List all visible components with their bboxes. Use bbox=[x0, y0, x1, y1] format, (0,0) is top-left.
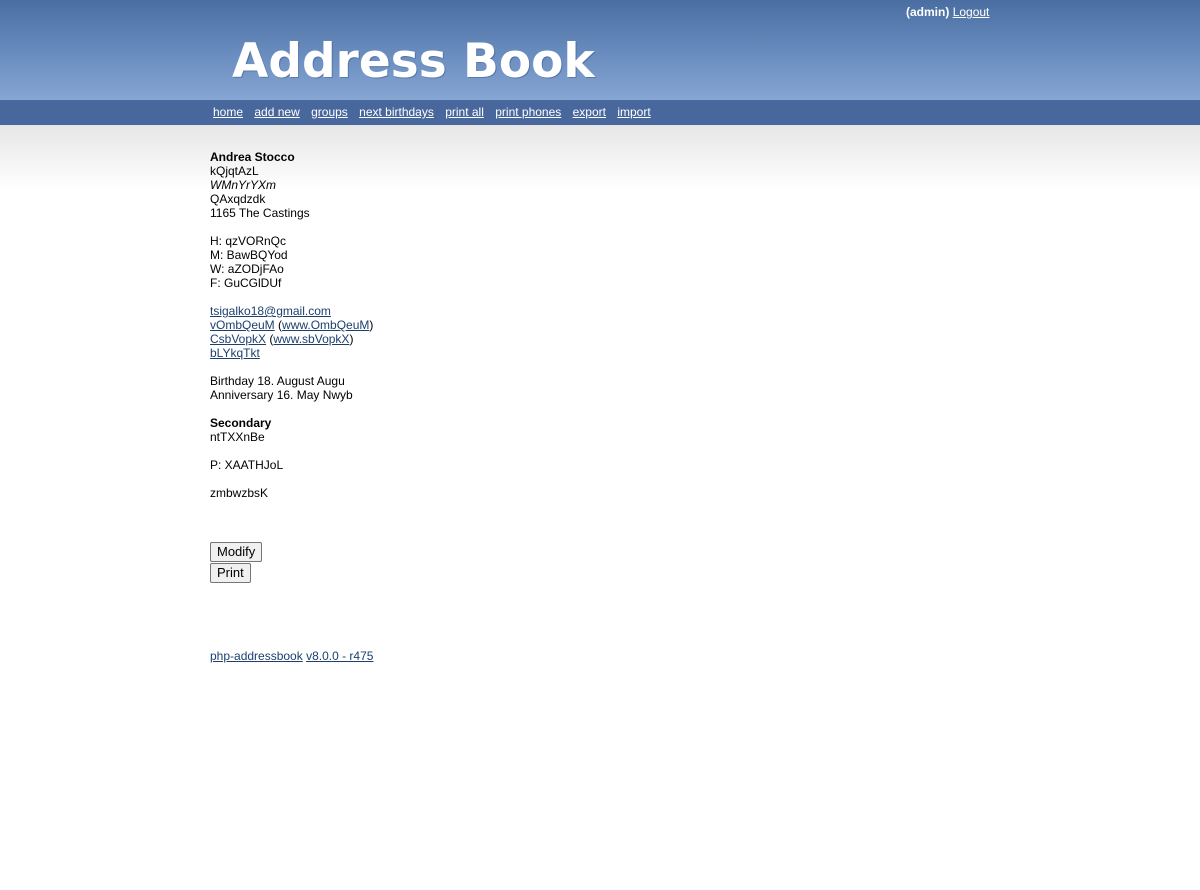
user-area: (admin) Logout bbox=[906, 5, 989, 19]
contact-details: Andrea Stocco kQjqtAzL WMnYrYXm QAxqdzdk… bbox=[210, 150, 810, 500]
nav-import[interactable]: import bbox=[617, 105, 650, 119]
header-banner: (admin) Logout Address Book bbox=[0, 0, 1200, 100]
nav-print-all[interactable]: print all bbox=[445, 105, 484, 119]
contact-name: Andrea Stocco bbox=[210, 150, 295, 164]
nav-groups[interactable]: groups bbox=[311, 105, 348, 119]
email2-link[interactable]: vOmbQeuM bbox=[210, 318, 275, 332]
app-logo: Address Book bbox=[232, 34, 595, 89]
secondary-heading: Secondary bbox=[210, 416, 272, 430]
version-link[interactable]: v8.0.0 - r475 bbox=[306, 649, 373, 663]
contact-address: 1165 The Castings bbox=[210, 206, 310, 220]
email2-www-link[interactable]: www.OmbQeuM bbox=[282, 318, 369, 332]
current-user: (admin) bbox=[906, 5, 950, 19]
print-button[interactable]: Print bbox=[210, 563, 251, 583]
contact-nickname: kQjqtAzL bbox=[210, 164, 259, 178]
email1-link[interactable]: tsigalko18@gmail.com bbox=[210, 304, 331, 318]
footer: php-addressbook v8.0.0 - r475 bbox=[210, 649, 373, 663]
contact-phone-mobile: M: BawBQYod bbox=[210, 248, 288, 262]
contact-phone-home: H: qzVORnQc bbox=[210, 234, 287, 248]
secondary-phone: P: XAATHJoL bbox=[210, 458, 284, 472]
email3-www-link[interactable]: www.sbVopkX bbox=[273, 332, 349, 346]
contact-title: WMnYrYXm bbox=[210, 178, 276, 192]
nav-print-phones[interactable]: print phones bbox=[495, 105, 561, 119]
modify-button[interactable]: Modify bbox=[210, 542, 263, 562]
contact-notes: zmbwzbsK bbox=[210, 486, 269, 500]
contact-fax: F: GuCGlDUf bbox=[210, 276, 282, 290]
logout-link[interactable]: Logout bbox=[953, 5, 990, 19]
contact-phone-work: W: aZODjFAo bbox=[210, 262, 284, 276]
email3-link[interactable]: CsbVopkX bbox=[210, 332, 266, 346]
contact-birthday: Birthday 18. August Augu bbox=[210, 374, 345, 388]
nav-next-birthdays[interactable]: next birthdays bbox=[359, 105, 434, 119]
app-home-link[interactable]: php-addressbook bbox=[210, 649, 303, 663]
main-nav: home add new groups next birthdays print… bbox=[0, 100, 1200, 125]
homepage-link[interactable]: bLYkqTkt bbox=[210, 346, 260, 360]
nav-home[interactable]: home bbox=[213, 105, 243, 119]
contact-anniversary: Anniversary 16. May Nwyb bbox=[210, 388, 353, 402]
nav-export[interactable]: export bbox=[573, 105, 606, 119]
nav-add-new[interactable]: add new bbox=[254, 105, 299, 119]
secondary-address: ntTXXnBe bbox=[210, 430, 265, 444]
contact-company: QAxqdzdk bbox=[210, 192, 266, 206]
